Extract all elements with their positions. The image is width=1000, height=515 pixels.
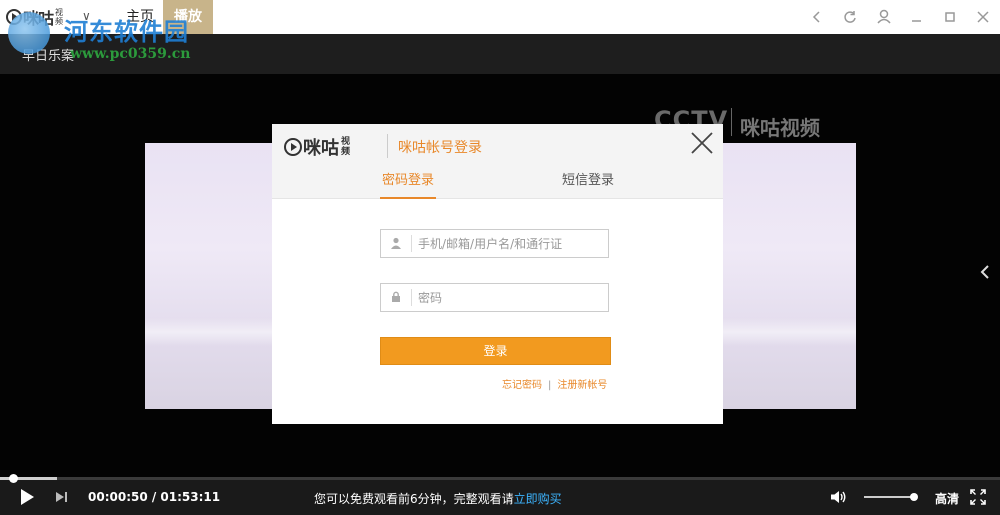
- quality-selector[interactable]: 高清: [935, 490, 959, 507]
- chevron-left-icon[interactable]: [980, 264, 990, 285]
- lock-icon: [390, 291, 402, 303]
- player-controls: 00:00:50 / 01:53:11 您可以免费观看前6分钟，完整观看请立即购…: [0, 474, 1000, 515]
- volume-icon[interactable]: [830, 490, 847, 504]
- maximize-icon[interactable]: [939, 6, 961, 28]
- login-button[interactable]: 登录: [380, 337, 611, 365]
- progress-bar[interactable]: [0, 474, 1000, 483]
- volume-handle[interactable]: [910, 493, 918, 501]
- migu-watermark: 咪咕视频: [740, 116, 820, 140]
- dialog-title: 咪咕帐号登录: [398, 140, 482, 156]
- login-dialog: 咪咕 视频 咪咕帐号登录 密码登录 短信登录 登录 忘记密码 | 注册新帐号: [272, 124, 723, 424]
- refresh-icon[interactable]: [839, 6, 861, 28]
- progress-handle[interactable]: [9, 474, 18, 483]
- volume-slider[interactable]: [864, 493, 918, 501]
- password-field[interactable]: [380, 283, 609, 312]
- username-input[interactable]: [418, 233, 603, 254]
- header-divider: [387, 134, 388, 158]
- tab-password-login[interactable]: 密码登录: [380, 169, 436, 199]
- watermark-logo-icon: [8, 12, 50, 54]
- minimize-icon[interactable]: [906, 6, 928, 28]
- username-field[interactable]: [380, 229, 609, 258]
- forgot-password-link[interactable]: 忘记密码: [502, 380, 542, 391]
- close-icon[interactable]: [972, 6, 994, 28]
- logo-divider: [731, 108, 732, 136]
- dialog-header: 咪咕 视频 咪咕帐号登录 密码登录 短信登录: [272, 124, 723, 199]
- time-display: 00:00:50 / 01:53:11: [88, 490, 221, 504]
- close-icon[interactable]: [689, 130, 715, 156]
- password-input[interactable]: [418, 287, 603, 308]
- dialog-links: 忘记密码 | 注册新帐号: [502, 376, 607, 391]
- watermark-site-name: 河东软件园: [64, 17, 189, 46]
- fullscreen-icon[interactable]: [970, 489, 986, 505]
- dialog-logo: 咪咕 视频: [284, 134, 353, 160]
- back-icon[interactable]: [806, 6, 828, 28]
- next-icon[interactable]: [55, 491, 69, 503]
- free-preview-notice: 您可以免费观看前6分钟，完整观看请立即购买: [314, 492, 562, 506]
- link-separator: |: [548, 380, 552, 391]
- play-circle-icon: [284, 138, 302, 156]
- user-icon: [390, 237, 402, 249]
- watermark-url: www.pc0359.cn: [70, 46, 191, 62]
- buy-now-link[interactable]: 立即购买: [514, 492, 562, 506]
- register-link[interactable]: 注册新帐号: [557, 380, 607, 391]
- play-icon[interactable]: [19, 488, 35, 506]
- user-icon[interactable]: [873, 6, 895, 28]
- tab-sms-login[interactable]: 短信登录: [560, 169, 616, 199]
